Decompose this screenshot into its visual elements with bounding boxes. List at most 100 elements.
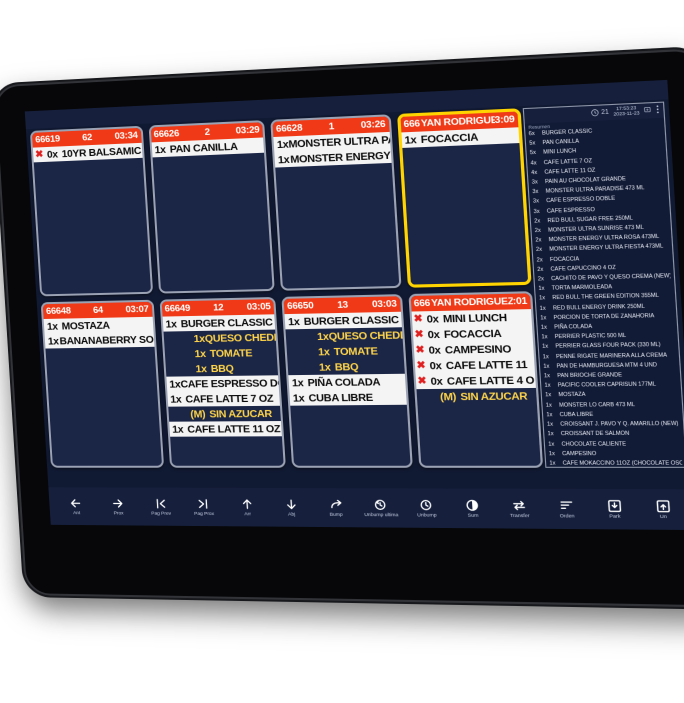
summary-list-item[interactable]: 1x CHOCOLATE CALIENTE (548, 439, 681, 449)
order-card-body: 1x BURGER CLASSIC 1x QUESO CHEDD 1x TOMATE 1x B… (162, 314, 284, 466)
summary-qty: 4x (530, 159, 537, 167)
overflow-menu-icon[interactable] (655, 105, 660, 116)
display-icon[interactable] (644, 106, 651, 115)
order-label: 12 (212, 302, 224, 314)
summary-qty: 2x (537, 276, 545, 283)
summary-qty: 3x (531, 179, 538, 186)
toolbar-button-arr[interactable]: Arr (224, 488, 270, 527)
arrow-down-icon (283, 497, 298, 511)
toolbar-button-abj[interactable]: Abj (268, 488, 315, 527)
order-line-item[interactable]: 1x BBQ (287, 358, 405, 376)
order-id: 66626 (153, 128, 180, 141)
line-qty: 1x (287, 315, 300, 328)
summary-list-item[interactable]: 1x CROISSANT DE SALMON (547, 430, 680, 440)
toolbar-button-park[interactable]: Park (589, 489, 640, 530)
order-line-item[interactable]: 1x CAFE LATTE 11 OZ (168, 421, 282, 437)
summary-name: CHOCOLATE CALIENTE (561, 440, 627, 448)
toolbar-button-pag-prox[interactable]: Pag Prox (181, 488, 227, 526)
order-card-body: ✖ 0x MINI LUNCH ✖ 0x FOCACCIA ✖ 0x CAMPESINO ✖ 0x C… (411, 309, 541, 466)
order-line-item[interactable]: ✖ 0x CAFE LATTE 11 (414, 356, 535, 374)
summary-qty: 5x (529, 150, 537, 157)
toolbar-button-un[interactable]: Un (637, 489, 684, 530)
order-line-item[interactable]: 1x QUESO CHEDD (285, 327, 403, 345)
summary-panel[interactable]: 21 17:53:23 2023-11-23 Resumen 6x BURGER… (522, 101, 684, 468)
order-elapsed-time: 03:26 (360, 118, 386, 132)
void-icon: ✖ (415, 344, 425, 357)
toolbar-button-pag-prev[interactable]: Pag Prev (138, 488, 183, 526)
line-qty: 1x (404, 133, 417, 147)
order-card[interactable]: 666 YAN RODRIGUEZ:01 ✖ 0x MINI LUNCH ✖ 0x FOCAC… (407, 291, 544, 468)
order-card[interactable]: 66650 13 03:03 1x BURGER CLASSIC 1x QUESO CHED… (281, 294, 413, 468)
current-date: 2023-11-23 (613, 110, 640, 117)
toolbar-button-label: Park (609, 514, 621, 520)
summary-list-item[interactable]: 1x CROISSANT J. PAVO Y Q. AMARILLO (NEW) (547, 420, 680, 430)
line-name: BANANABERRY SO (59, 333, 154, 347)
line-name: BBQ (210, 362, 234, 375)
summary-qty: 1x (540, 324, 548, 332)
line-name: BURGER CLASSIC (303, 313, 400, 328)
order-card[interactable]: 66619 62 03:34 ✖ 0x 10YR BALSAMIC (29, 125, 153, 297)
summary-list-item[interactable]: 1x CAFE MOKACCINO 11OZ (CHOCOLATE OSCURO) (549, 459, 682, 468)
order-line-item[interactable]: 1x CUBA LIBRE (289, 389, 407, 406)
order-card[interactable]: 666 YAN RODRIGUEZ 3:09 1x FOCACCIA (396, 108, 532, 288)
line-name: SIN AZUCAR (459, 389, 528, 403)
line-qty: 1x (195, 362, 208, 375)
line-qty: 1x (316, 330, 330, 343)
toolbar-button-label: Transfer (509, 513, 530, 520)
summary-qty: 1x (549, 460, 556, 467)
order-line-item[interactable]: 1x BBQ (164, 360, 279, 377)
toolbar-button-bump[interactable]: Bump (312, 488, 359, 527)
order-card[interactable]: 66649 12 03:05 1x BURGER CLASSIC 1x QUESO CHED… (159, 296, 286, 468)
toolbar-button-label: Un (659, 514, 668, 521)
order-line-item[interactable]: ✖ 0x CAMPESINO (413, 340, 534, 359)
toolbar-button-sum[interactable]: Sum (448, 489, 497, 529)
order-card[interactable]: 66648 64 03:07 1x MOSTAZA 1x BANANABERRY SO (40, 299, 164, 468)
toolbar-button-transfer[interactable]: Transfer (495, 489, 545, 529)
order-line-item[interactable]: 1x BANANABERRY SO (44, 331, 155, 349)
order-line-item[interactable]: 1x CAFE ESPRESSO DO (165, 375, 279, 392)
summary-qty: 1x (546, 421, 554, 428)
summary-name: CAFE MOKACCINO 11OZ (CHOCOLATE OSCURO) (562, 460, 683, 467)
order-line-item[interactable]: 1x TOMATE (286, 342, 404, 360)
order-count-group: 21 (591, 108, 609, 118)
order-line-item[interactable]: 1x PIÑA COLADA (288, 373, 406, 391)
line-name: QUESO CHEDD (328, 328, 403, 343)
summary-qty: 1x (543, 373, 551, 380)
order-card[interactable]: 66628 1 03:26 1x MONSTER ULTRA PA 1x MONSTER E… (270, 114, 402, 291)
void-icon: ✖ (34, 149, 44, 161)
order-card[interactable]: 66626 2 03:29 1x PAN CANILLA (148, 120, 275, 294)
toolbar-button-label: Ant (73, 511, 81, 517)
summary-list-item[interactable]: 1x CAMPESINO (549, 449, 682, 459)
summary-qty: 1x (538, 295, 546, 303)
line-qty: 1x (165, 317, 178, 331)
summary-qty: 1x (545, 402, 553, 409)
summary-name: CROISSANT J. PAVO Y Q. AMARILLO (NEW) (560, 420, 679, 428)
order-line-item[interactable]: (M) SIN AZUCAR (167, 405, 281, 422)
screenshot-stage: 66619 62 03:34 ✖ 0x 10YR BALSAMIC 66626 2 03:29 1… (0, 0, 684, 703)
summary-qty: 2x (537, 266, 544, 273)
toolbar-button-unbump[interactable]: Unbump (402, 488, 450, 528)
order-line-item[interactable]: ✖ 0x CAFE LATTE 4 O (414, 372, 536, 390)
toolbar-button-label: Orden (559, 514, 575, 520)
order-elapsed-time: 3:09 (494, 113, 515, 127)
toolbar-button-orden[interactable]: Orden (542, 489, 592, 529)
order-line-item[interactable]: 1x TOMATE (163, 344, 278, 362)
line-qty: 1x (168, 377, 181, 391)
toolbar-button-ant[interactable]: Ant (54, 487, 98, 525)
order-line-item[interactable]: 1x CAFE LATTE 7 OZ (166, 390, 280, 407)
order-line-item[interactable]: 1x QUESO CHEDD (163, 329, 277, 347)
summary-qty: 1x (545, 392, 552, 399)
summary-qty: 1x (546, 411, 553, 419)
line-name: QUESO CHEDD (204, 330, 277, 345)
toolbar-button-prox[interactable]: Prox (96, 488, 141, 526)
order-label: YAN RODRIGUEZ (430, 295, 514, 310)
toolbar-button-unbump-ultima[interactable]: Unbump ultima (357, 488, 405, 527)
order-id: 66649 (164, 302, 191, 315)
line-qty: 1x (292, 391, 305, 405)
order-id: 666 (403, 118, 421, 131)
order-label: 1 (328, 120, 335, 133)
order-id: 66650 (286, 300, 314, 313)
order-line-item[interactable]: (M) SIN AZUCAR (415, 387, 537, 405)
summary-qty: 1x (548, 440, 555, 448)
order-label: YAN RODRIGUEZ (420, 114, 496, 130)
